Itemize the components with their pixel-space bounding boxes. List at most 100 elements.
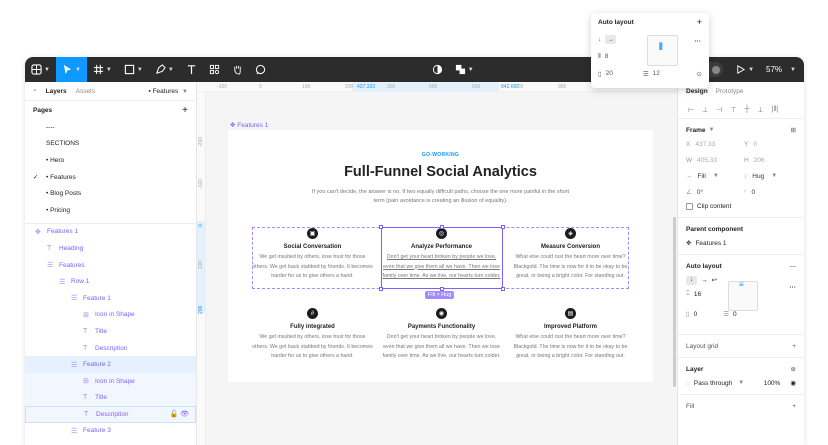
layer-row[interactable]: ☰ Feature 1 bbox=[25, 290, 196, 307]
pen-tool-button[interactable]: ▼ bbox=[149, 57, 180, 82]
comment-tool-button[interactable] bbox=[249, 57, 272, 82]
page-item[interactable]: ---- bbox=[25, 119, 196, 136]
resize-options-icon[interactable]: ⊙ bbox=[697, 70, 702, 78]
component-grid-icon[interactable]: ⊞ bbox=[791, 126, 796, 134]
width-mode-select[interactable]: ↔ Fill ▼ bbox=[686, 169, 738, 183]
move-tool-button[interactable]: ▼ bbox=[55, 57, 87, 82]
add-layout-grid-icon[interactable]: + bbox=[792, 343, 796, 350]
popover-padding-v[interactable]: 12 bbox=[653, 70, 660, 77]
frame-label[interactable]: ✥ Features 1 bbox=[230, 121, 268, 129]
feature-2-selection[interactable] bbox=[381, 227, 503, 289]
feature-card[interactable]: ◉ Payments Functionality Don't get your he… bbox=[381, 308, 502, 362]
canvas[interactable]: ✥ Features 1 GO-WORKING Full-Funnel Soci… bbox=[206, 92, 677, 445]
page-item[interactable]: • Blog Posts bbox=[25, 185, 196, 202]
x-label: X bbox=[686, 140, 691, 148]
popover-more-icon[interactable]: ··· bbox=[695, 38, 702, 45]
tab-prototype[interactable]: Prototype bbox=[716, 88, 744, 95]
present-button[interactable]: ▼ bbox=[729, 57, 760, 82]
layer-row[interactable]: T Description 🔓 👁 bbox=[25, 406, 196, 423]
layer-row[interactable]: T Description bbox=[25, 340, 196, 357]
search-icon[interactable]: ⌕ bbox=[33, 87, 37, 95]
layer-row[interactable]: ☰ Feature 3 bbox=[25, 423, 196, 440]
vertical-direction-icon[interactable]: ↓ bbox=[686, 275, 697, 285]
resources-button[interactable] bbox=[203, 57, 226, 82]
layer-row[interactable]: T Heading bbox=[25, 240, 196, 257]
frame-tool-button[interactable]: ▼ bbox=[87, 57, 118, 82]
rotation-field[interactable]: ∠ 0° bbox=[686, 185, 738, 199]
align-center-h-icon[interactable]: ⊥ bbox=[702, 106, 708, 114]
zoom-level[interactable]: 57% bbox=[766, 65, 782, 74]
resize-handle[interactable] bbox=[501, 287, 505, 291]
w-field[interactable]: W 405.33 bbox=[686, 153, 738, 167]
layer-row[interactable]: ✥ Features 1 bbox=[25, 224, 196, 241]
layer-row[interactable]: ☰ Feature 2 bbox=[25, 356, 196, 373]
blend-mode[interactable]: Pass through bbox=[694, 380, 732, 387]
main-menu-button[interactable]: ▼ bbox=[25, 57, 56, 82]
wrap-icon[interactable]: ↩ bbox=[712, 276, 717, 284]
clip-content-row[interactable]: Clip content bbox=[686, 199, 796, 213]
blend-target-icon[interactable]: ⊕ bbox=[791, 365, 796, 373]
parent-component-link[interactable]: ✥ Features 1 bbox=[686, 236, 796, 250]
feature-card[interactable]: ▤ Improved Platform What else could rust t… bbox=[510, 308, 631, 362]
zoom-caret-icon[interactable]: ▼ bbox=[790, 67, 796, 73]
layer-row[interactable]: T Title bbox=[25, 389, 196, 407]
eye-icon[interactable]: ◉ bbox=[790, 379, 796, 387]
align-top-icon[interactable]: ⊤ bbox=[730, 106, 736, 114]
popover-padding-h[interactable]: 20 bbox=[606, 70, 613, 77]
radius-field[interactable]: ◜ 0 bbox=[744, 185, 796, 199]
horizontal-direction-icon[interactable]: → bbox=[701, 277, 708, 284]
instance-icon: ⊞ bbox=[83, 311, 89, 319]
page-item[interactable]: ✓ • Features bbox=[25, 169, 196, 186]
layout-grid-header[interactable]: Layout grid + bbox=[686, 339, 796, 353]
contrast-button[interactable] bbox=[426, 57, 449, 82]
tab-layers[interactable]: Layers bbox=[46, 88, 67, 95]
page-item[interactable]: • Pricing bbox=[25, 202, 196, 219]
opacity-value[interactable]: 100% bbox=[764, 380, 781, 387]
features-frame[interactable]: GO-WORKING Full-Funnel Social Analytics … bbox=[228, 130, 653, 382]
layer-row[interactable]: ⊞ Icon in Shape bbox=[25, 307, 196, 324]
resize-handle[interactable] bbox=[440, 225, 444, 229]
align-right-icon[interactable]: ⊣ bbox=[716, 106, 722, 114]
fill-header[interactable]: Fill + bbox=[686, 399, 796, 413]
more-options-icon[interactable]: ··· bbox=[790, 284, 797, 291]
align-middle-icon[interactable]: ┼ bbox=[744, 106, 749, 113]
page-switcher[interactable]: ▪ Features ▼ bbox=[148, 88, 188, 95]
layer-row[interactable]: ⊞ Icon in Shape bbox=[25, 372, 196, 390]
distribute-icon[interactable]: |‖| bbox=[772, 106, 779, 113]
tab-design[interactable]: Design bbox=[686, 88, 708, 95]
height-mode-select[interactable]: ↕ Hug ▼ bbox=[744, 169, 796, 183]
align-bottom-icon[interactable]: ⊥ bbox=[757, 106, 763, 114]
padding-h-value[interactable]: 0 bbox=[694, 311, 698, 318]
resize-handle[interactable] bbox=[379, 287, 383, 291]
shape-tool-button[interactable]: ▼ bbox=[118, 57, 149, 82]
h-field[interactable]: H 206 bbox=[744, 153, 796, 167]
add-auto-layout-icon[interactable]: + bbox=[697, 17, 702, 27]
remove-auto-layout-icon[interactable]: — bbox=[790, 263, 797, 270]
hand-tool-button[interactable] bbox=[226, 57, 249, 82]
frame-header[interactable]: Frame ▼ ⊞ bbox=[686, 123, 796, 137]
lock-visibility-icon[interactable]: 🔓 👁 bbox=[169, 410, 189, 418]
add-fill-icon[interactable]: + bbox=[792, 403, 796, 410]
horizontal-direction-icon[interactable]: → bbox=[605, 35, 617, 44]
tab-assets[interactable]: Assets bbox=[76, 88, 96, 95]
x-field[interactable]: X 437.33 bbox=[686, 137, 738, 151]
resize-handle[interactable] bbox=[501, 225, 505, 229]
feature-card[interactable]: # Fully integrated We get insulted by othe… bbox=[252, 308, 373, 362]
y-field[interactable]: Y0 bbox=[744, 137, 796, 151]
page-item[interactable]: • Hero bbox=[25, 152, 196, 169]
layer-row[interactable]: T Title bbox=[25, 323, 196, 340]
popover-alignment-grid[interactable]: ⫼ bbox=[647, 35, 678, 66]
canvas-scrollbar[interactable] bbox=[673, 217, 676, 387]
layer-row[interactable]: ☰ Row 1 bbox=[25, 273, 196, 290]
align-left-icon[interactable]: ⊢ bbox=[688, 106, 694, 114]
layer-row[interactable]: ☰ Features bbox=[25, 257, 196, 274]
resize-handle[interactable] bbox=[379, 225, 383, 229]
vertical-direction-icon[interactable]: ↓ bbox=[598, 36, 601, 43]
text-tool-button[interactable] bbox=[180, 57, 203, 82]
page-item[interactable]: SECTIONS bbox=[25, 136, 196, 153]
padding-v-value[interactable]: 0 bbox=[733, 311, 737, 318]
alignment-grid[interactable]: ≡ bbox=[728, 280, 758, 311]
add-page-icon[interactable]: + bbox=[182, 105, 188, 116]
boolean-button[interactable]: ▼ bbox=[449, 57, 480, 82]
clip-content-checkbox[interactable] bbox=[686, 202, 693, 210]
